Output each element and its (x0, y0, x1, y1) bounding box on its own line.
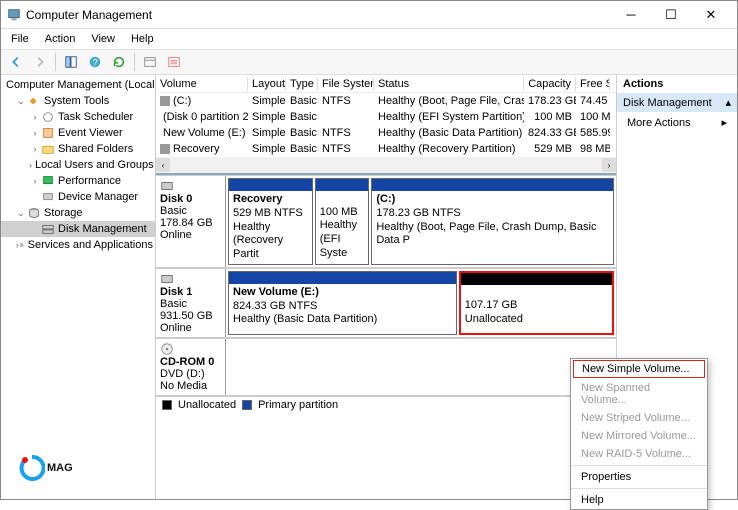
collapse-icon: ▴ (725, 96, 731, 109)
menu-action[interactable]: Action (39, 31, 82, 47)
context-menu: New Simple Volume... New Spanned Volume.… (570, 358, 708, 510)
ctx-properties[interactable]: Properties (571, 468, 707, 486)
settings-button[interactable] (139, 52, 161, 72)
disk-1[interactable]: Disk 1Basic931.50 GBOnline New Volume (E… (156, 268, 616, 338)
volume-row[interactable]: New Volume (E:)SimpleBasicNTFSHealthy (B… (156, 125, 616, 141)
chevron-right-icon: ▸ (721, 116, 727, 129)
ctx-new-simple-volume[interactable]: New Simple Volume... (573, 360, 705, 378)
back-button[interactable] (5, 52, 27, 72)
ctx-new-spanned-volume: New Spanned Volume... (571, 379, 707, 409)
volume-list: Volume Layout Type File System Status Ca… (156, 75, 616, 173)
menubar: File Action View Help (1, 29, 737, 49)
tree-storage[interactable]: ⌄Storage (1, 205, 155, 221)
tree-system-tools[interactable]: ⌄System Tools (1, 93, 155, 109)
actions-more[interactable]: More Actions▸ (617, 112, 737, 133)
forward-button[interactable] (29, 52, 51, 72)
logo-icon (19, 455, 45, 481)
legend-primary-icon (242, 400, 252, 410)
tree-task-scheduler[interactable]: ›Task Scheduler (1, 109, 155, 125)
legend: Unallocated Primary partition (156, 396, 616, 414)
menu-file[interactable]: File (5, 31, 35, 47)
svg-text:?: ? (92, 58, 97, 69)
help-button[interactable]: ? (84, 52, 106, 72)
disk-0[interactable]: Disk 0Basic178.84 GBOnline Recovery529 M… (156, 175, 616, 268)
tree-event-viewer[interactable]: ›Event Viewer (1, 125, 155, 141)
disk-icon (160, 179, 174, 193)
cd-icon (160, 342, 174, 356)
ctx-help[interactable]: Help (571, 491, 707, 509)
legend-unallocated-icon (162, 400, 172, 410)
volume-row[interactable]: (Disk 0 partition 2)SimpleBasicHealthy (… (156, 109, 616, 125)
app-icon (7, 8, 21, 22)
ctx-new-raid5-volume: New RAID-5 Volume... (571, 445, 707, 463)
tree-local-users[interactable]: ›Local Users and Groups (1, 157, 155, 173)
list-button[interactable] (163, 52, 185, 72)
toolbar: ? (1, 49, 737, 75)
actions-header: Actions (617, 75, 737, 93)
cd-rom-0[interactable]: CD-ROM 0DVD (D:)No Media (156, 338, 616, 396)
nav-tree: Computer Management (Local ⌄System Tools… (1, 75, 156, 499)
tree-device-manager[interactable]: Device Manager (1, 189, 155, 205)
volume-row[interactable]: RecoverySimpleBasicNTFSHealthy (Recovery… (156, 141, 616, 157)
h-scrollbar[interactable]: ‹› (156, 157, 616, 173)
titlebar: Computer Management ─ ☐ ✕ (1, 1, 737, 29)
tree-root[interactable]: Computer Management (Local (1, 77, 155, 93)
actions-section[interactable]: Disk Management▴ (617, 93, 737, 112)
tree-disk-management[interactable]: Disk Management (1, 221, 155, 237)
maximize-button[interactable]: ☐ (651, 1, 691, 29)
refresh-button[interactable] (108, 52, 130, 72)
close-button[interactable]: ✕ (691, 1, 731, 29)
window-title: Computer Management (26, 8, 611, 22)
disk-icon (160, 272, 174, 286)
volume-list-header[interactable]: Volume Layout Type File System Status Ca… (156, 75, 616, 93)
tree-services[interactable]: ›Services and Applications (1, 237, 155, 253)
watermark-logo: MAG (19, 455, 73, 481)
disk-graphical-view: Disk 0Basic178.84 GBOnline Recovery529 M… (156, 173, 616, 499)
ctx-new-mirrored-volume: New Mirrored Volume... (571, 427, 707, 445)
ctx-new-striped-volume: New Striped Volume... (571, 409, 707, 427)
minimize-button[interactable]: ─ (611, 1, 651, 29)
unallocated-selected[interactable]: 107.17 GBUnallocated (459, 271, 614, 335)
show-hide-tree-button[interactable] (60, 52, 82, 72)
menu-view[interactable]: View (85, 31, 121, 47)
tree-performance[interactable]: ›Performance (1, 173, 155, 189)
tree-shared-folders[interactable]: ›Shared Folders (1, 141, 155, 157)
menu-help[interactable]: Help (125, 31, 160, 47)
volume-row[interactable]: (C:)SimpleBasicNTFSHealthy (Boot, Page F… (156, 93, 616, 109)
